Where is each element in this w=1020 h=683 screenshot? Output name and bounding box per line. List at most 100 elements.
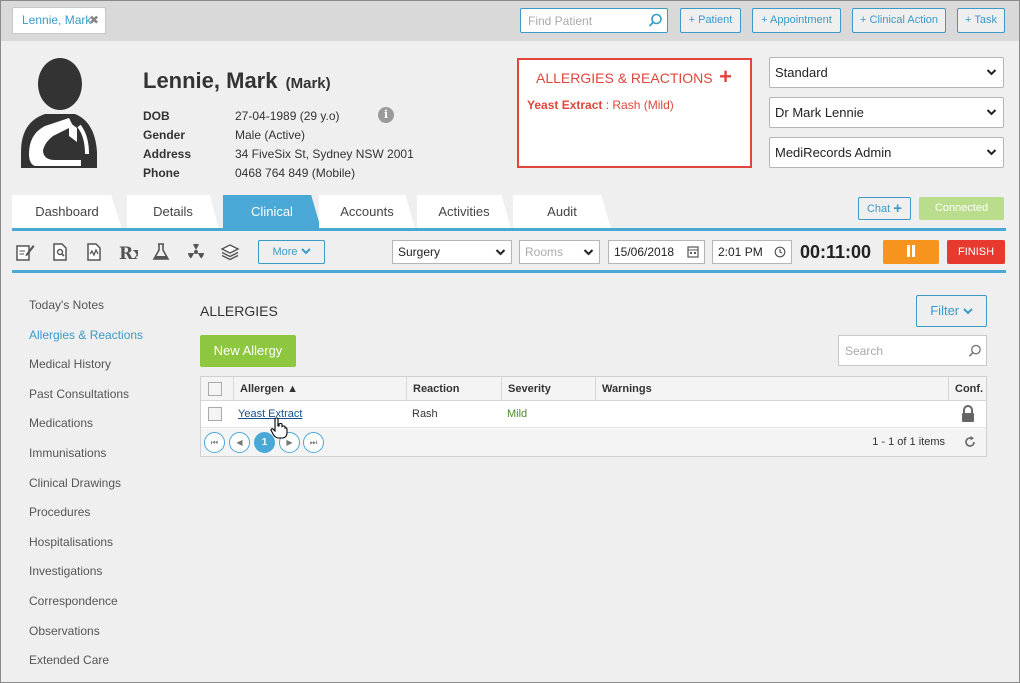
column-header-reaction[interactable]: Reaction (406, 377, 501, 401)
select-all-checkbox[interactable] (208, 382, 222, 396)
prev-page-icon[interactable]: ◀ (229, 432, 250, 453)
filter-label: Filter (930, 303, 960, 318)
find-patient-input[interactable] (526, 9, 644, 32)
first-page-icon[interactable]: ⏮ (204, 432, 225, 453)
chat-label: Chat (866, 203, 891, 215)
gender-value: Male (Active) (235, 128, 306, 142)
pause-button[interactable] (883, 240, 939, 264)
search-icon[interactable] (968, 344, 982, 358)
template-select[interactable]: Standard (769, 57, 1004, 88)
chat-button[interactable]: Chat + (858, 197, 911, 220)
add-clinical-action-button[interactable]: + Clinical Action (852, 8, 946, 33)
lock-icon[interactable] (961, 405, 975, 422)
pager: ⏮ ◀ 1 ▶ ⏭ 1 - 1 of 1 items (201, 429, 986, 456)
filter-button[interactable]: Filter (916, 295, 987, 327)
location-select[interactable]: Surgery (392, 240, 512, 264)
tab-audit[interactable]: Audit (513, 195, 611, 229)
new-allergy-button[interactable]: New Allergy (200, 335, 296, 367)
layers-icon[interactable] (220, 242, 240, 262)
patient-name: Lennie, Mark (Mark) (143, 68, 331, 94)
allergy-summary-entry: Yeast Extract : Rash (Mild) (527, 98, 674, 112)
patient-tab-label: Lennie, Mark (22, 13, 92, 27)
refresh-icon[interactable] (964, 436, 976, 448)
date-value: 15/06/2018 (614, 245, 675, 259)
sidebar-item-investigations[interactable]: Investigations (29, 564, 102, 578)
plus-icon: + (893, 200, 903, 217)
tab-accounts[interactable]: Accounts (319, 195, 415, 229)
column-header-severity[interactable]: Severity (501, 377, 596, 401)
practitioner-select[interactable]: Dr Mark Lennie (769, 97, 1004, 128)
allergy-summary-detail: : Rash (Mild) (602, 98, 674, 112)
chevron-down-icon (300, 248, 311, 255)
user-select-value: MediRecords Admin (775, 145, 892, 160)
chevron-down-icon (986, 69, 997, 76)
address-label: Address (143, 147, 192, 161)
column-header-confidential[interactable]: Conf. (948, 377, 986, 401)
document-search-icon[interactable] (50, 242, 70, 262)
clock-icon[interactable] (774, 241, 786, 263)
pathology-request-icon[interactable] (84, 242, 104, 262)
sidebar-item-medications[interactable]: Medications (29, 416, 93, 430)
column-header-warnings[interactable]: Warnings (595, 377, 949, 401)
search-icon[interactable] (648, 13, 663, 28)
tab-dashboard[interactable]: Dashboard (12, 195, 122, 229)
date-field[interactable]: 15/06/2018 (608, 240, 705, 264)
sidebar-item-allergies[interactable]: Allergies & Reactions (29, 328, 143, 342)
open-patient-tab[interactable]: Lennie, Mark ✖ (12, 7, 106, 34)
add-patient-button[interactable]: + Patient (680, 8, 741, 33)
top-bar: Lennie, Mark ✖ + Patient + Appointment +… (1, 1, 1019, 41)
rooms-select[interactable]: Rooms (519, 240, 600, 264)
patient-avatar-icon (21, 58, 97, 168)
prescription-icon[interactable]: Rx (118, 242, 138, 262)
sidebar-item-medical-history[interactable]: Medical History (29, 357, 111, 371)
tab-label: Audit (547, 204, 577, 219)
time-field[interactable]: 2:01 PM (712, 240, 792, 264)
tab-clinical[interactable]: Clinical (223, 195, 321, 229)
sidebar-item-past-consultations[interactable]: Past Consultations (29, 387, 129, 401)
add-appointment-button[interactable]: + Appointment (752, 8, 841, 33)
allergy-summary-name: Yeast Extract (527, 98, 603, 112)
table-row[interactable]: Yeast Extract Rash Mild (201, 402, 986, 428)
radiology-icon[interactable] (186, 242, 206, 262)
phone-label: Phone (143, 166, 180, 180)
allergies-reactions-panel: ALLERGIES & REACTIONS + Yeast Extract : … (517, 58, 752, 168)
sidebar-item-procedures[interactable]: Procedures (29, 505, 90, 519)
allergy-search-input[interactable] (843, 336, 963, 365)
tabs-divider (12, 228, 1006, 231)
time-value: 2:01 PM (718, 245, 763, 259)
patient-nickname: (Mark) (285, 75, 331, 92)
svg-text:Rx: Rx (119, 244, 138, 262)
row-checkbox[interactable] (208, 407, 222, 421)
tab-label: Accounts (340, 204, 394, 219)
tab-details[interactable]: Details (127, 195, 219, 229)
column-header-allergen[interactable]: Allergen ▲ (233, 377, 407, 401)
connection-status: Connected (919, 197, 1004, 220)
add-task-button[interactable]: + Task (957, 8, 1005, 33)
info-icon[interactable]: i (378, 107, 394, 123)
more-button[interactable]: More (258, 240, 325, 264)
finish-button[interactable]: FINISH (947, 240, 1005, 264)
gender-label: Gender (143, 128, 186, 142)
sidebar-item-clinical-drawings[interactable]: Clinical Drawings (29, 476, 121, 490)
last-page-icon[interactable]: ⏭ (303, 432, 324, 453)
sidebar-item-observations[interactable]: Observations (29, 624, 100, 638)
lab-flask-icon[interactable] (151, 242, 171, 262)
sidebar-item-todays-notes[interactable]: Today's Notes (29, 298, 104, 312)
find-patient-field[interactable] (520, 8, 668, 33)
allergies-panel-title: ALLERGIES & REACTIONS (536, 70, 713, 86)
sidebar-item-hospitalisations[interactable]: Hospitalisations (29, 535, 113, 549)
tab-label: Details (153, 204, 193, 219)
section-title: ALLERGIES (200, 303, 278, 319)
user-select[interactable]: MediRecords Admin (769, 137, 1004, 168)
hand-cursor-icon (270, 417, 288, 439)
items-count: 1 - 1 of 1 items (872, 436, 945, 448)
sidebar-item-correspondence[interactable]: Correspondence (29, 594, 118, 608)
add-allergy-icon[interactable]: + (719, 64, 732, 90)
sidebar-item-immunisations[interactable]: Immunisations (29, 446, 106, 460)
notes-icon[interactable] (15, 242, 35, 262)
allergy-search-field[interactable] (838, 335, 987, 366)
sidebar-item-extended-care[interactable]: Extended Care (29, 653, 109, 667)
calendar-icon[interactable] (687, 241, 699, 263)
close-icon[interactable]: ✖ (89, 8, 99, 33)
tab-activities[interactable]: Activities (417, 195, 511, 229)
